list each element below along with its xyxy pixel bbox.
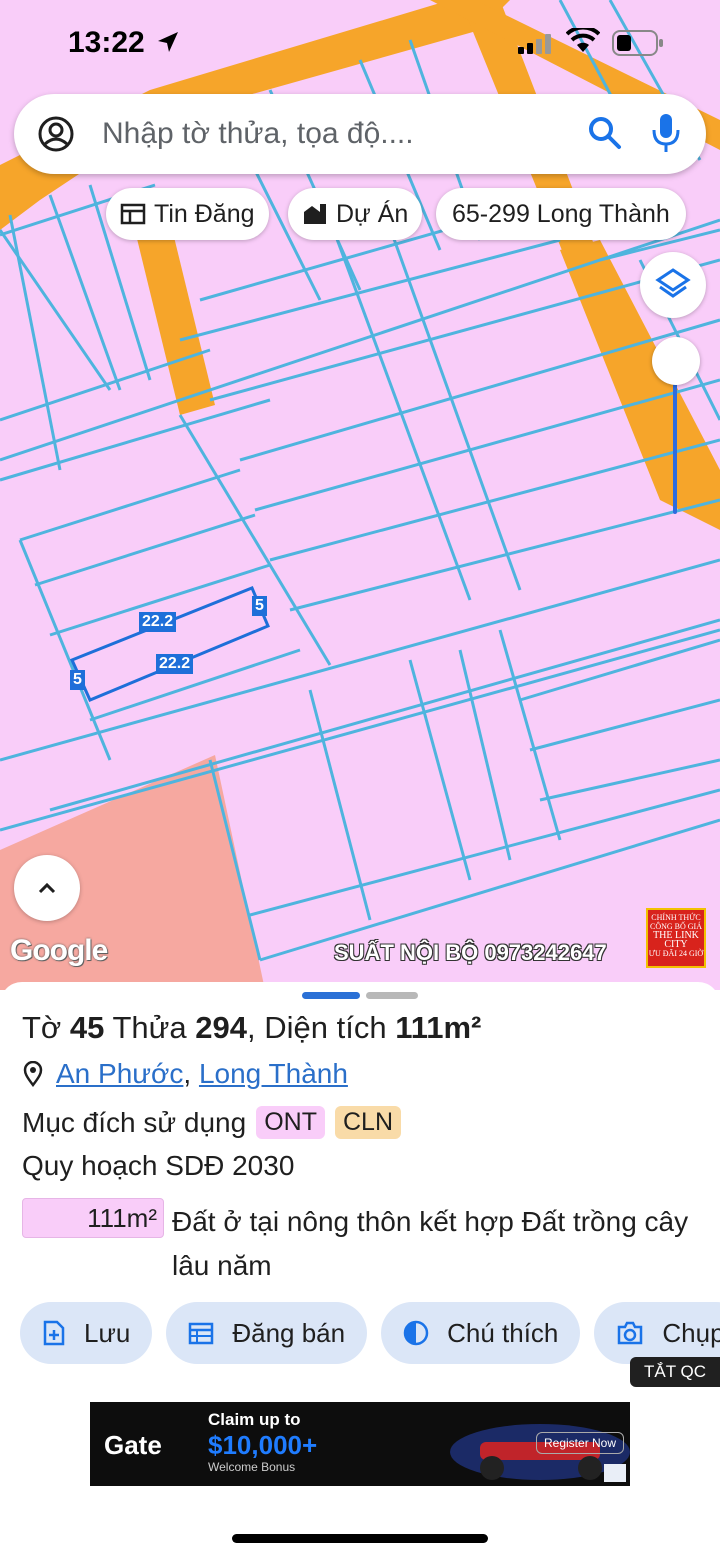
contrast-icon [403,1320,429,1346]
google-logo: Google [10,934,108,967]
parcel-width-label-left: 5 [70,670,85,690]
save-label: Lưu [84,1317,131,1348]
opacity-slider-knob[interactable] [652,337,700,385]
chip-label: Tin Đăng [154,199,255,228]
promo-stamp[interactable]: CHÍNH THỨC CÔNG BỐ GIÁ THE LINK CITY ƯU … [646,908,706,968]
add-file-icon [43,1320,65,1346]
search-bar [14,94,706,174]
calendar-icon [189,1322,214,1345]
newspaper-icon [120,203,146,225]
purpose-label: Mục đích sử dụng [22,1106,247,1138]
location-pin-icon [23,1061,43,1087]
post-sale-label: Đăng bán [232,1317,346,1348]
location-separator: , [183,1058,192,1089]
chip-label: 65-299 Long Thành [452,199,670,228]
ad-register-button[interactable]: Register Now [536,1432,625,1454]
stamp-line: CHÍNH THỨC [651,913,701,922]
plan-description: Đất ở tại nông thôn kết hợp Đất trồng câ… [172,1206,689,1281]
search-icon[interactable] [586,114,624,152]
battery-icon [612,30,663,56]
chip-location[interactable]: 65-299 Long Thành [436,188,686,240]
stamp-line: ƯU ĐÃI 24 GIỜ [648,949,704,958]
chip-label: Dự Án [336,199,409,228]
ad-banner[interactable]: Gate Claim up to $10,000+ Welcome Bonus … [90,1402,630,1486]
sheet-number: 45 [69,1010,105,1045]
layers-icon [655,268,691,298]
legend-label: Chú thích [447,1317,559,1348]
account-icon[interactable] [36,114,76,154]
plan-heading: Quy hoạch SDĐ 2030 [22,1150,295,1181]
chevron-up-icon [38,882,56,894]
legend-button[interactable]: Chú thích [381,1302,581,1364]
sheet-handle-active[interactable] [302,992,360,999]
district-link[interactable]: Long Thành [199,1058,348,1089]
microphone-icon[interactable] [650,112,682,154]
plot-number: 294 [195,1010,247,1045]
ad-choices-icon[interactable] [604,1464,626,1482]
chip-du-an[interactable]: Dự Án [288,188,423,240]
ad-claim: Claim up to [208,1410,301,1429]
capture-label: Chụp [662,1317,720,1348]
parcel-location: An Phước, Long Thành [22,1058,348,1090]
ad-amount: $10,000+ [208,1430,318,1460]
stamp-line: CITY [664,939,688,950]
ward-link[interactable]: An Phước [56,1058,183,1089]
save-button[interactable]: Lưu [20,1302,153,1364]
action-bar: Lưu Đăng bán Chú thích Chụp [20,1302,720,1364]
buildings-icon [304,204,326,224]
capture-button[interactable]: Chụp [594,1302,720,1364]
camera-icon [618,1321,643,1345]
parcel-length-label-top: 22.2 [139,612,177,632]
land-use-purpose: Mục đích sử dụng ONT CLN [22,1106,401,1139]
plot-label: Thửa [112,1010,187,1045]
chip-tin-dang[interactable]: Tin Đăng [106,188,269,240]
wifi-icon [566,28,600,52]
parcel-length-label-bottom: 22.2 [156,654,194,674]
search-input[interactable] [102,112,572,156]
parcel-width-label-right: 5 [252,596,267,616]
sheet-handle-inactive[interactable] [366,992,418,999]
plan-area-swatch: 111m² [22,1198,164,1238]
hide-ad-button[interactable]: TẮT QC [630,1357,720,1387]
home-indicator[interactable] [232,1534,488,1543]
area-label: Diện tích [264,1010,387,1045]
ad-bonus: Welcome Bonus [208,1460,296,1474]
purpose-tag-ont: ONT [256,1106,325,1139]
layers-button[interactable] [640,252,706,318]
purpose-tag-cln: CLN [334,1106,401,1139]
watermark-text: SUẤT NỘI BỘ 0973242647 [334,940,607,965]
status-bar: 13:22 [0,0,720,86]
location-arrow-icon [158,32,178,52]
area-value: 111m² [395,1010,482,1045]
opacity-slider-track[interactable] [673,380,677,514]
expand-up-button[interactable] [14,855,80,921]
selected-parcel-outline [69,586,270,702]
ad-brand: Gate [104,1430,162,1460]
sheet-label: Tờ [22,1010,62,1045]
status-time: 13:22 [68,26,145,59]
cellular-signal-icon [518,34,551,54]
parcel-title: Tờ 45 Thửa 294, Diện tích 111m² [22,1010,482,1045]
post-sale-button[interactable]: Đăng bán [166,1302,368,1364]
map-view[interactable]: 22.2 22.2 5 5 13:22 Nhập tờ thửa, tọa độ… [0,0,720,990]
